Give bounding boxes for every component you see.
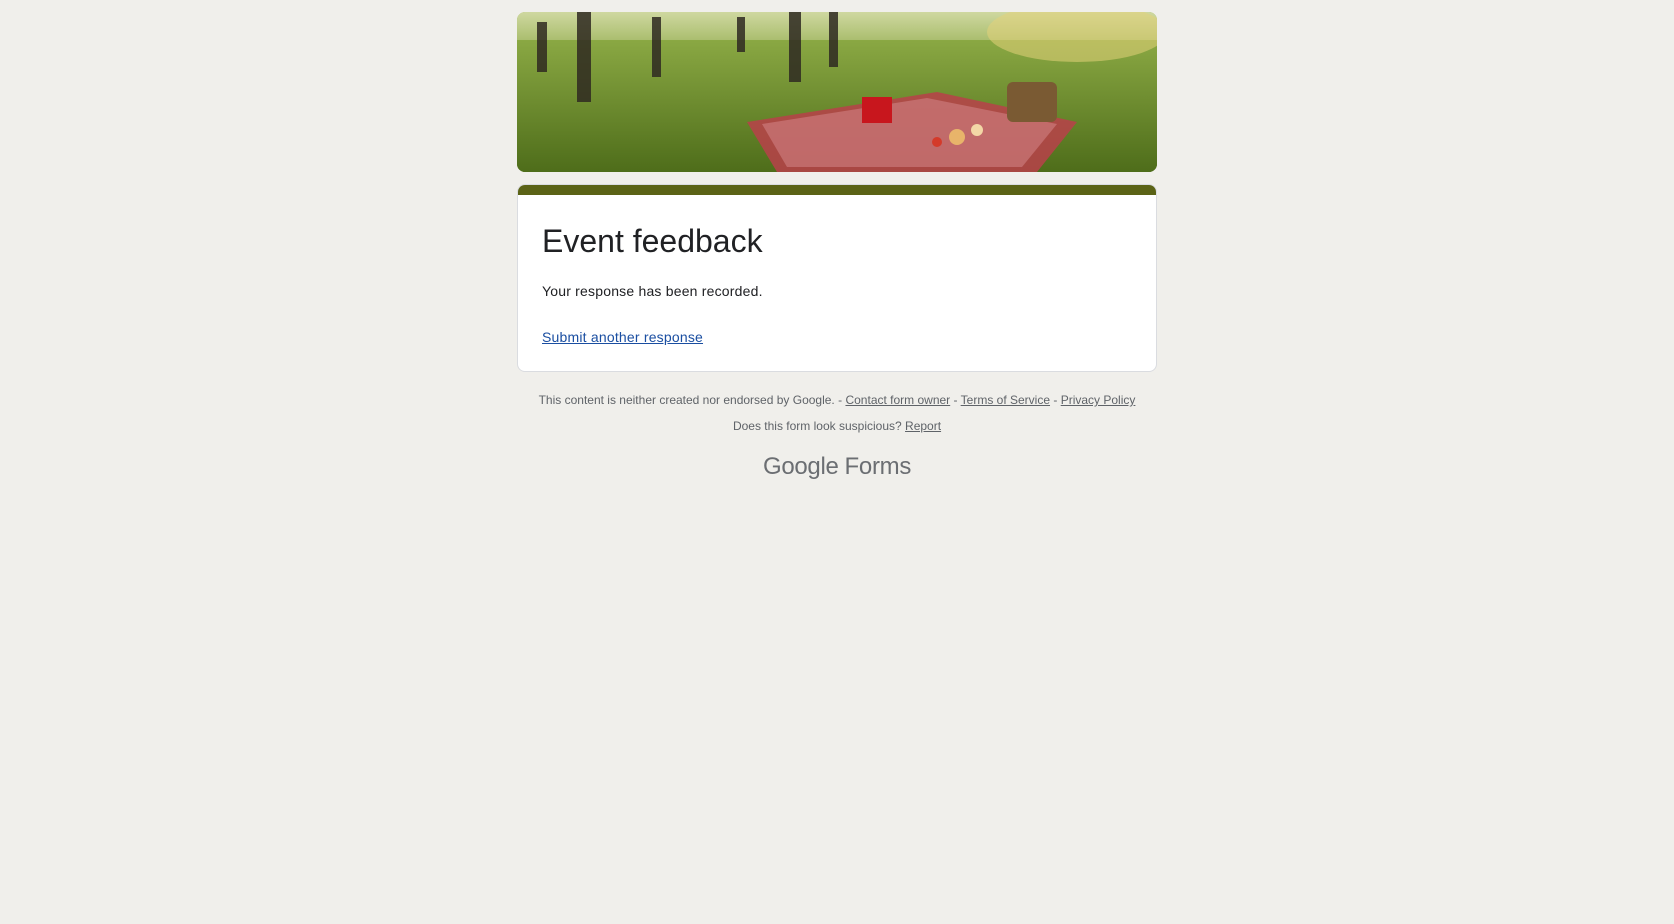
terms-of-service-link[interactable]: Terms of Service <box>961 393 1050 407</box>
footer: This content is neither created nor endo… <box>517 387 1157 439</box>
suspicious-text: Does this form look suspicious? <box>732 419 902 433</box>
separator: - <box>1053 393 1058 407</box>
separator: - <box>953 393 958 407</box>
form-title: Event feedback <box>542 223 763 259</box>
confirmation-message: Your response has been recorded. <box>542 283 763 299</box>
privacy-policy-link[interactable]: Privacy Policy <box>1061 393 1136 407</box>
picnic-header-image <box>517 12 1157 172</box>
form-container: Event feedback Your response has been re… <box>517 12 1157 481</box>
contact-form-owner-link[interactable]: Contact form owner <box>845 393 950 407</box>
header-image <box>517 12 1157 172</box>
submit-another-response-link[interactable]: Submit another response <box>542 329 703 345</box>
forms-wordmark: Forms <box>844 453 912 480</box>
google-forms-logo[interactable]: Google Forms <box>517 453 1157 481</box>
footer-line-1: This content is neither created nor endo… <box>517 387 1157 413</box>
confirmation-card: Event feedback Your response has been re… <box>517 184 1157 372</box>
card-body: Event feedback Your response has been re… <box>518 195 1156 371</box>
report-link[interactable]: Report <box>905 419 941 433</box>
card-accent-bar <box>518 185 1156 195</box>
google-wordmark: Google <box>762 453 839 480</box>
footer-line-2: Does this form look suspicious? Report <box>517 413 1157 439</box>
separator: - <box>838 393 843 407</box>
disclaimer-text: This content is neither created nor endo… <box>538 393 835 407</box>
